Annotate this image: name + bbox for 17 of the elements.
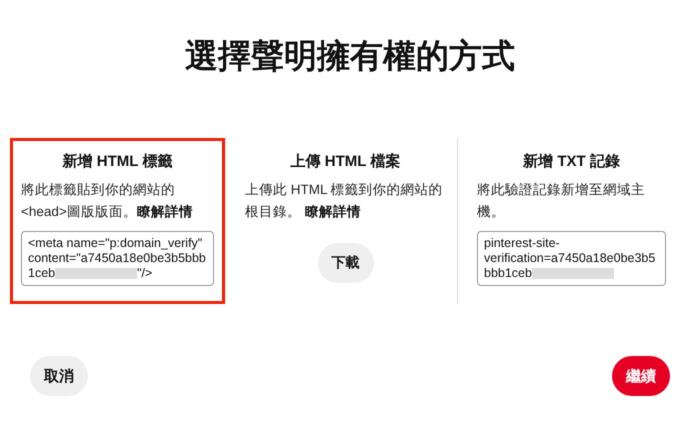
option-card[interactable]: 新增 HTML 標籤 將此標籤貼到你的網站的<head>圖版版面。瞭解詳情 <meta name="p:domain_verify" content="a7450a18e0be3b5bbb1ceb "/> — [10, 138, 225, 304]
option-heading: 新增 TXT 記錄 — [522, 152, 621, 172]
option-heading: 新增 HTML 標籤 — [61, 152, 174, 172]
cancel-button[interactable]: 取消 — [30, 356, 88, 396]
dialog-title: 選擇聲明擁有權的方式 — [184, 36, 516, 76]
option-card[interactable]: 上傳 HTML 檔案 上傳此 HTML 標籤到你的網站的根目錄。 瞭解詳情 下載 — [234, 138, 457, 304]
download-button[interactable]: 下載 — [318, 243, 374, 283]
option-description: 將此標籤貼到你的網站的<head>圖版版面。瞭解詳情 — [21, 181, 194, 221]
code-field[interactable]: pinterest-site-verification=a7450a18e0be3b5bbb1ceb — [477, 231, 666, 286]
learn-more-link[interactable]: 瞭解詳情 — [304, 204, 361, 219]
option-description: 上傳此 HTML 標籤到你的網站的根目錄。 瞭解詳情 — [245, 181, 444, 221]
continue-button[interactable]: 繼續 — [612, 356, 670, 396]
option-card[interactable]: 新增 TXT 記錄 將此驗證記錄新增至網域主機。 pinterest-site-verification=a7450a18e0be3b5bbb1ceb — [466, 138, 677, 304]
code-field[interactable]: <meta name="p:domain_verify" content="a7450a18e0be3b5bbb1ceb "/> — [21, 231, 214, 286]
option-description: 將此驗證記錄新增至網域主機。 — [477, 181, 646, 221]
option-heading: 上傳 HTML 檔案 — [290, 152, 402, 172]
learn-more-link[interactable]: 瞭解詳情 — [136, 204, 193, 219]
